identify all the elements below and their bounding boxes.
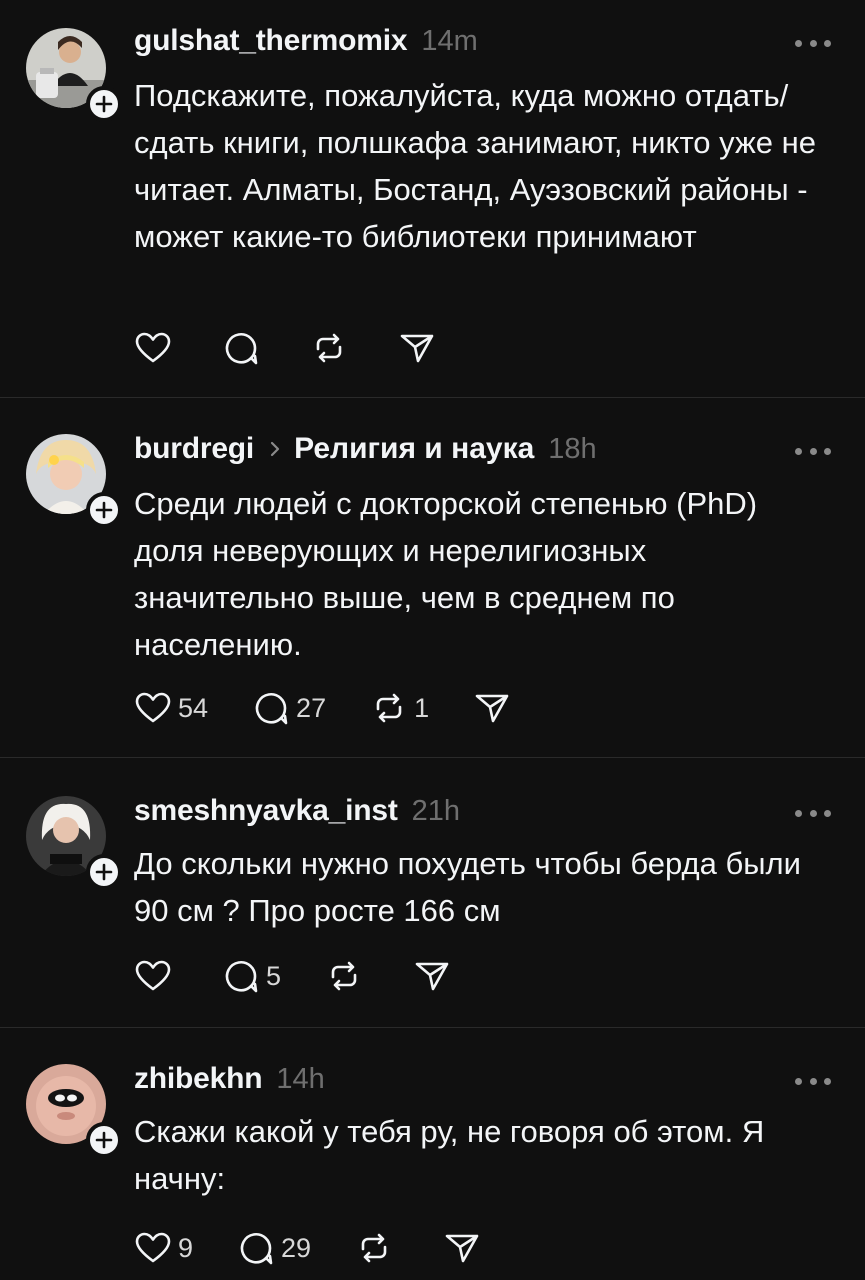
comment-icon — [240, 1233, 273, 1265]
like-button[interactable] — [134, 329, 178, 367]
heart-icon — [135, 1232, 171, 1263]
repost-icon — [361, 1233, 387, 1263]
more-icon-dot — [824, 39, 831, 47]
comment-icon — [225, 333, 258, 365]
more-icon-dot — [795, 447, 802, 455]
send-icon — [415, 962, 449, 991]
send-icon — [475, 694, 509, 723]
more-button[interactable] — [795, 38, 831, 48]
post-actions: 9 29 — [134, 1228, 525, 1268]
heart-icon — [135, 960, 171, 991]
repost-button[interactable] — [355, 1229, 399, 1267]
reply-count: 29 — [281, 1232, 312, 1263]
more-icon-dot — [824, 809, 831, 817]
more-icon-dot — [809, 1077, 817, 1085]
heart-icon — [135, 692, 171, 723]
heart-icon — [135, 332, 171, 363]
avatar-container[interactable] — [26, 796, 122, 890]
more-icon-dot — [809, 809, 817, 817]
send-icon — [445, 1234, 479, 1263]
username[interactable]: smeshnyavka_inst — [134, 794, 398, 828]
more-icon-dot — [795, 1077, 802, 1085]
post-time: 14m — [421, 24, 478, 57]
like-button[interactable]: 54 — [134, 689, 208, 727]
comment-icon — [225, 961, 258, 993]
like-button[interactable] — [134, 957, 178, 995]
repost-button[interactable]: 1 — [370, 689, 429, 727]
threads-feed: gulshat_thermomix 14m Подскажите, пожалу… — [0, 0, 865, 1280]
like-button[interactable]: 9 — [134, 1229, 193, 1267]
share-button[interactable] — [398, 329, 436, 367]
post-text: Скажи какой у тебя ру, не говоря об этом… — [134, 1114, 765, 1196]
post: burdregi Религия и наука 18h Среди людей… — [0, 398, 865, 758]
username[interactable]: burdregi — [134, 432, 254, 466]
more-icon-dot — [809, 447, 817, 455]
comment-icon — [255, 693, 288, 725]
share-button[interactable] — [443, 1229, 481, 1267]
post-time: 14h — [276, 1062, 325, 1095]
post-actions: 54 27 1 — [134, 688, 555, 728]
reply-button[interactable]: 5 — [222, 957, 281, 995]
topic-tag[interactable]: Религия и наука — [294, 432, 534, 466]
like-count: 9 — [178, 1232, 194, 1263]
reply-button[interactable] — [222, 329, 266, 367]
plus-icon — [95, 863, 113, 881]
follow-button[interactable] — [86, 86, 122, 122]
reply-button[interactable]: 27 — [252, 689, 326, 727]
post-text: Подскажите, пожалуйста, куда можно отдат… — [134, 78, 816, 254]
like-count: 54 — [178, 692, 209, 723]
share-button[interactable] — [413, 957, 451, 995]
plus-icon — [95, 1131, 113, 1149]
chevron-right-icon — [270, 441, 280, 457]
repost-button[interactable] — [325, 957, 369, 995]
plus-icon — [95, 95, 113, 113]
follow-button[interactable] — [86, 854, 122, 890]
follow-button[interactable] — [86, 1122, 122, 1158]
post-time: 21h — [411, 794, 461, 827]
share-button[interactable] — [473, 689, 511, 727]
avatar-container[interactable] — [26, 28, 122, 122]
post-actions — [134, 328, 480, 368]
repost-icon — [376, 693, 402, 723]
more-button[interactable] — [795, 808, 831, 818]
more-icon-dot — [795, 809, 802, 817]
reply-count: 5 — [266, 960, 282, 991]
more-icon-dot — [795, 39, 802, 47]
post-text: До скольки нужно похудеть чтобы берда бы… — [134, 846, 801, 928]
more-icon-dot — [824, 447, 831, 455]
post-actions: 5 — [134, 956, 495, 996]
reply-button[interactable]: 29 — [237, 1229, 311, 1267]
avatar-container[interactable] — [26, 1064, 122, 1158]
post: gulshat_thermomix 14m Подскажите, пожалу… — [0, 0, 865, 398]
repost-icon — [331, 961, 357, 991]
avatar-container[interactable] — [26, 434, 122, 528]
more-button[interactable] — [795, 1076, 831, 1086]
post-time: 18h — [548, 432, 597, 465]
more-icon-dot — [809, 39, 817, 47]
repost-button[interactable] — [310, 329, 354, 367]
more-icon-dot — [824, 1077, 831, 1085]
reply-count: 27 — [296, 692, 327, 723]
repost-count: 1 — [414, 692, 430, 723]
more-button[interactable] — [795, 446, 831, 456]
post-text: Среди людей с докторской степенью (PhD) … — [134, 486, 758, 662]
username[interactable]: zhibekhn — [134, 1062, 263, 1096]
plus-icon — [95, 501, 113, 519]
post: zhibekhn 14h Скажи какой у тебя ру, не г… — [0, 1028, 865, 1280]
repost-icon — [316, 333, 342, 363]
send-icon — [400, 334, 434, 363]
post: smeshnyavka_inst 21h До скольки нужно по… — [0, 758, 865, 1028]
follow-button[interactable] — [86, 492, 122, 528]
username[interactable]: gulshat_thermomix — [134, 24, 408, 58]
